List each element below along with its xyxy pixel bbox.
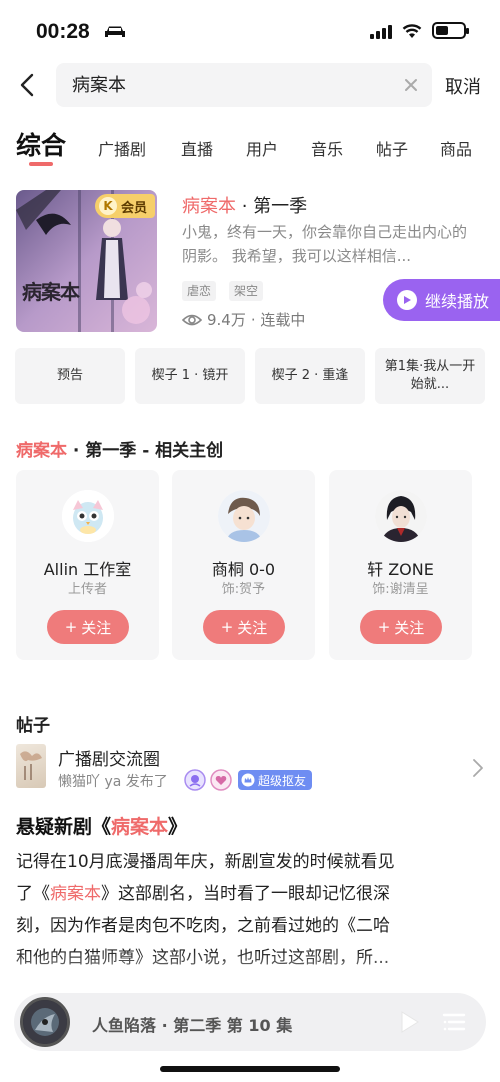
post-author-meta: 懒猫吖 ya 发布了: [58, 774, 168, 790]
drama-stats: 9.4万 · 连载中: [182, 309, 305, 330]
level-badge-icon: [184, 769, 206, 791]
vip-k-icon: K: [98, 197, 117, 215]
post-body-highlight: 病案本: [50, 884, 101, 904]
tag-chip[interactable]: 虐恋: [182, 281, 217, 301]
follow-label: 关注: [81, 618, 112, 637]
super-fan-label: 超级抠友: [258, 773, 307, 788]
battery-level: [436, 26, 448, 35]
creator-name: Allin 工作室: [43, 560, 132, 579]
tab-radio-drama[interactable]: 广播剧: [98, 136, 146, 160]
signal-icon: [370, 23, 392, 39]
plus-icon: +: [64, 618, 78, 636]
disc-cover[interactable]: [20, 997, 70, 1047]
now-playing-title[interactable]: 人鱼陷落 · 第二季 第 10 集: [92, 1012, 292, 1036]
status-time: 00:28: [36, 20, 90, 43]
post-body-text: 》这部剧名，当时看了一眼却记忆很深: [101, 884, 390, 904]
play-icon[interactable]: [394, 1008, 422, 1036]
super-fan-badge: 超级抠友: [238, 770, 313, 790]
creator-name: 商桐 0-0: [211, 560, 276, 579]
cover-title: 病案本: [22, 280, 80, 304]
creator-card[interactable]: 商桐 0-0 饰:贺予 + 关注: [172, 470, 315, 660]
episode-chip[interactable]: 楔子 2 · 重逢: [255, 348, 365, 404]
car-icon: [105, 26, 125, 37]
post-body-line: 记得在10月底漫播周年庆，新剧宣发的时候就看见: [16, 852, 395, 872]
chevron-left-icon: [20, 73, 34, 97]
mini-player[interactable]: 人鱼陷落 · 第二季 第 10 集: [14, 993, 486, 1051]
tab-all[interactable]: 综合: [16, 126, 66, 162]
plus-icon: +: [377, 618, 391, 636]
tab-music[interactable]: 音乐: [311, 136, 343, 160]
continue-play-button[interactable]: 继续播放: [383, 279, 500, 321]
episode-chip[interactable]: 第1集·我从一开始就...: [375, 348, 485, 404]
drama-title-season: · 第一季: [236, 196, 308, 217]
play-count: 9.4万: [207, 311, 246, 329]
follow-label: 关注: [237, 618, 268, 637]
post-title-suffix: 》: [168, 816, 188, 838]
serial-status: · 连载中: [250, 311, 306, 329]
creator-card[interactable]: 轩 ZONE 饰:谢清呈 + 关注: [329, 470, 472, 660]
creators-section-title: 病案本 · 第一季 - 相关主创: [16, 436, 223, 461]
tab-posts[interactable]: 帖子: [376, 136, 408, 160]
drama-title-highlight: 病案本: [182, 196, 236, 217]
tab-active-indicator: [29, 162, 53, 166]
post-title-prefix: 悬疑新剧《: [16, 816, 112, 838]
post-body-line: 刻，因为作者是肉包不吃肉，之前看过她的《二哈: [16, 916, 390, 936]
status-bar: 00:28: [0, 0, 500, 64]
creator-role: 饰:谢清呈: [372, 582, 429, 597]
post-title-highlight: 病案本: [111, 816, 169, 838]
crown-icon: [241, 773, 255, 787]
play-icon: [397, 290, 417, 310]
post-title[interactable]: 悬疑新剧《病案本》: [16, 812, 187, 839]
episode-chip[interactable]: 楔子 1 · 镜开: [135, 348, 245, 404]
cancel-button[interactable]: 取消: [445, 73, 481, 99]
tab-goods[interactable]: 商品: [440, 136, 472, 160]
home-indicator: [160, 1066, 340, 1072]
episode-chip[interactable]: 预告: [15, 348, 125, 404]
clear-icon[interactable]: [402, 76, 420, 94]
tab-users[interactable]: 用户: [246, 136, 278, 160]
creator-name: 轩 ZONE: [367, 560, 434, 579]
back-button[interactable]: [12, 68, 42, 102]
creator-card[interactable]: Allin 工作室 上传者 + 关注: [16, 470, 159, 660]
follow-button[interactable]: + 关注: [47, 610, 129, 644]
avatar[interactable]: [62, 490, 114, 542]
playlist-icon[interactable]: [442, 1010, 466, 1034]
battery-icon: [432, 22, 469, 39]
search-box[interactable]: [56, 63, 432, 107]
avatar[interactable]: [218, 490, 270, 542]
drama-cover[interactable]: 病案本 K 会员: [16, 190, 157, 332]
post-body-line: 了《病案本》这部剧名，当时看了一眼却记忆很深: [16, 878, 486, 910]
plus-icon: +: [220, 618, 234, 636]
vip-badge: K 会员: [94, 194, 155, 218]
creators-title-rest: · 第一季 - 相关主创: [67, 441, 224, 461]
follow-label: 关注: [394, 618, 425, 637]
eye-icon: [182, 314, 202, 325]
post-body-text: 了《: [16, 884, 50, 904]
tab-live[interactable]: 直播: [181, 136, 213, 160]
tag-chip[interactable]: 架空: [229, 281, 264, 301]
status-icons: [370, 22, 469, 39]
vip-label: 会员: [120, 200, 147, 216]
circle-name[interactable]: 广播剧交流圈: [58, 745, 160, 770]
fan-badge-icon: [210, 769, 232, 791]
continue-play-label: 继续播放: [425, 292, 490, 311]
follow-button[interactable]: + 关注: [360, 610, 442, 644]
wifi-icon: [402, 23, 422, 38]
creator-role: 上传者: [67, 582, 107, 597]
circle-thumbnail[interactable]: [16, 744, 46, 788]
drama-description: 小鬼，终有一天，你会靠你自己走出内心的阴影。 我希望，我可以这样相信...: [182, 223, 468, 265]
chevron-right-icon[interactable]: [472, 758, 484, 778]
drama-title[interactable]: 病案本 · 第一季: [182, 192, 307, 218]
posts-heading: 帖子: [16, 716, 50, 736]
avatar[interactable]: [375, 490, 427, 542]
creators-title-highlight: 病案本: [16, 441, 67, 461]
creator-role: 饰:贺予: [221, 582, 266, 597]
search-input[interactable]: [72, 73, 392, 94]
follow-button[interactable]: + 关注: [203, 610, 285, 644]
search-tabs: 综合 广播剧 直播 用户 音乐 帖子 商品: [0, 126, 500, 170]
